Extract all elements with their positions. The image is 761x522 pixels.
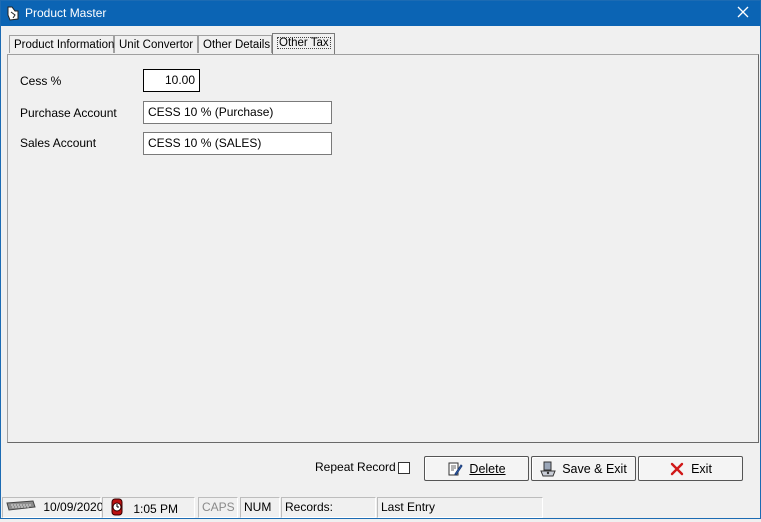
tab-product-information[interactable]: Product Information bbox=[9, 35, 114, 53]
close-icon bbox=[737, 6, 749, 21]
keyboard-icon bbox=[6, 498, 36, 517]
exit-button[interactable]: Exit bbox=[638, 456, 743, 481]
sales-account-label: Sales Account bbox=[20, 136, 97, 150]
status-num: NUM bbox=[240, 497, 280, 518]
tab-other-details[interactable]: Other Details bbox=[198, 35, 272, 53]
status-time: 1:05 PM bbox=[133, 502, 179, 517]
purchase-account-label: Purchase Account bbox=[20, 106, 117, 120]
purchase-account-input[interactable]: CESS 10 % (Purchase) bbox=[143, 101, 332, 124]
status-date-cell: 10/09/2020 bbox=[2, 497, 104, 518]
save-icon bbox=[540, 461, 556, 477]
product-master-window: Product Master Product Information Unit … bbox=[0, 0, 761, 519]
tab-label: Product Information bbox=[14, 39, 115, 51]
title-bar: Product Master bbox=[1, 1, 760, 26]
cess-input[interactable]: 10.00 bbox=[143, 69, 200, 92]
tab-other-tax[interactable]: Other Tax bbox=[272, 33, 335, 54]
sales-account-input[interactable]: CESS 10 % (SALES) bbox=[143, 132, 332, 155]
exit-label: Exit bbox=[691, 461, 712, 476]
status-bar: 10/09/2020 1:05 PM CAPS NUM Records: Las… bbox=[1, 497, 760, 519]
tab-unit-convertor[interactable]: Unit Convertor bbox=[114, 35, 198, 53]
status-caps: CAPS bbox=[198, 497, 238, 518]
status-records: Records: bbox=[281, 497, 376, 518]
repeat-record-checkbox[interactable] bbox=[398, 462, 410, 474]
save-exit-button[interactable]: Save & Exit bbox=[531, 456, 636, 481]
delete-label: Delete bbox=[469, 461, 506, 476]
save-exit-label: Save & Exit bbox=[562, 461, 627, 476]
clock-icon bbox=[110, 498, 124, 522]
status-last-entry: Last Entry bbox=[377, 497, 543, 518]
other-tax-panel bbox=[7, 54, 759, 443]
close-button[interactable] bbox=[726, 1, 760, 26]
cess-label: Cess % bbox=[20, 74, 62, 88]
status-date: 10/09/2020 bbox=[43, 500, 104, 514]
app-icon bbox=[6, 6, 20, 21]
exit-x-icon bbox=[669, 461, 685, 477]
tab-label: Unit Convertor bbox=[119, 39, 194, 51]
tab-label: Other Tax bbox=[277, 37, 331, 49]
repeat-record-label: Repeat Record bbox=[315, 460, 396, 474]
window-title: Product Master bbox=[25, 6, 107, 20]
delete-edit-icon bbox=[447, 461, 464, 477]
status-time-cell: 1:05 PM bbox=[102, 497, 195, 518]
tab-label: Other Details bbox=[203, 39, 271, 51]
delete-button[interactable]: Delete bbox=[424, 456, 529, 481]
